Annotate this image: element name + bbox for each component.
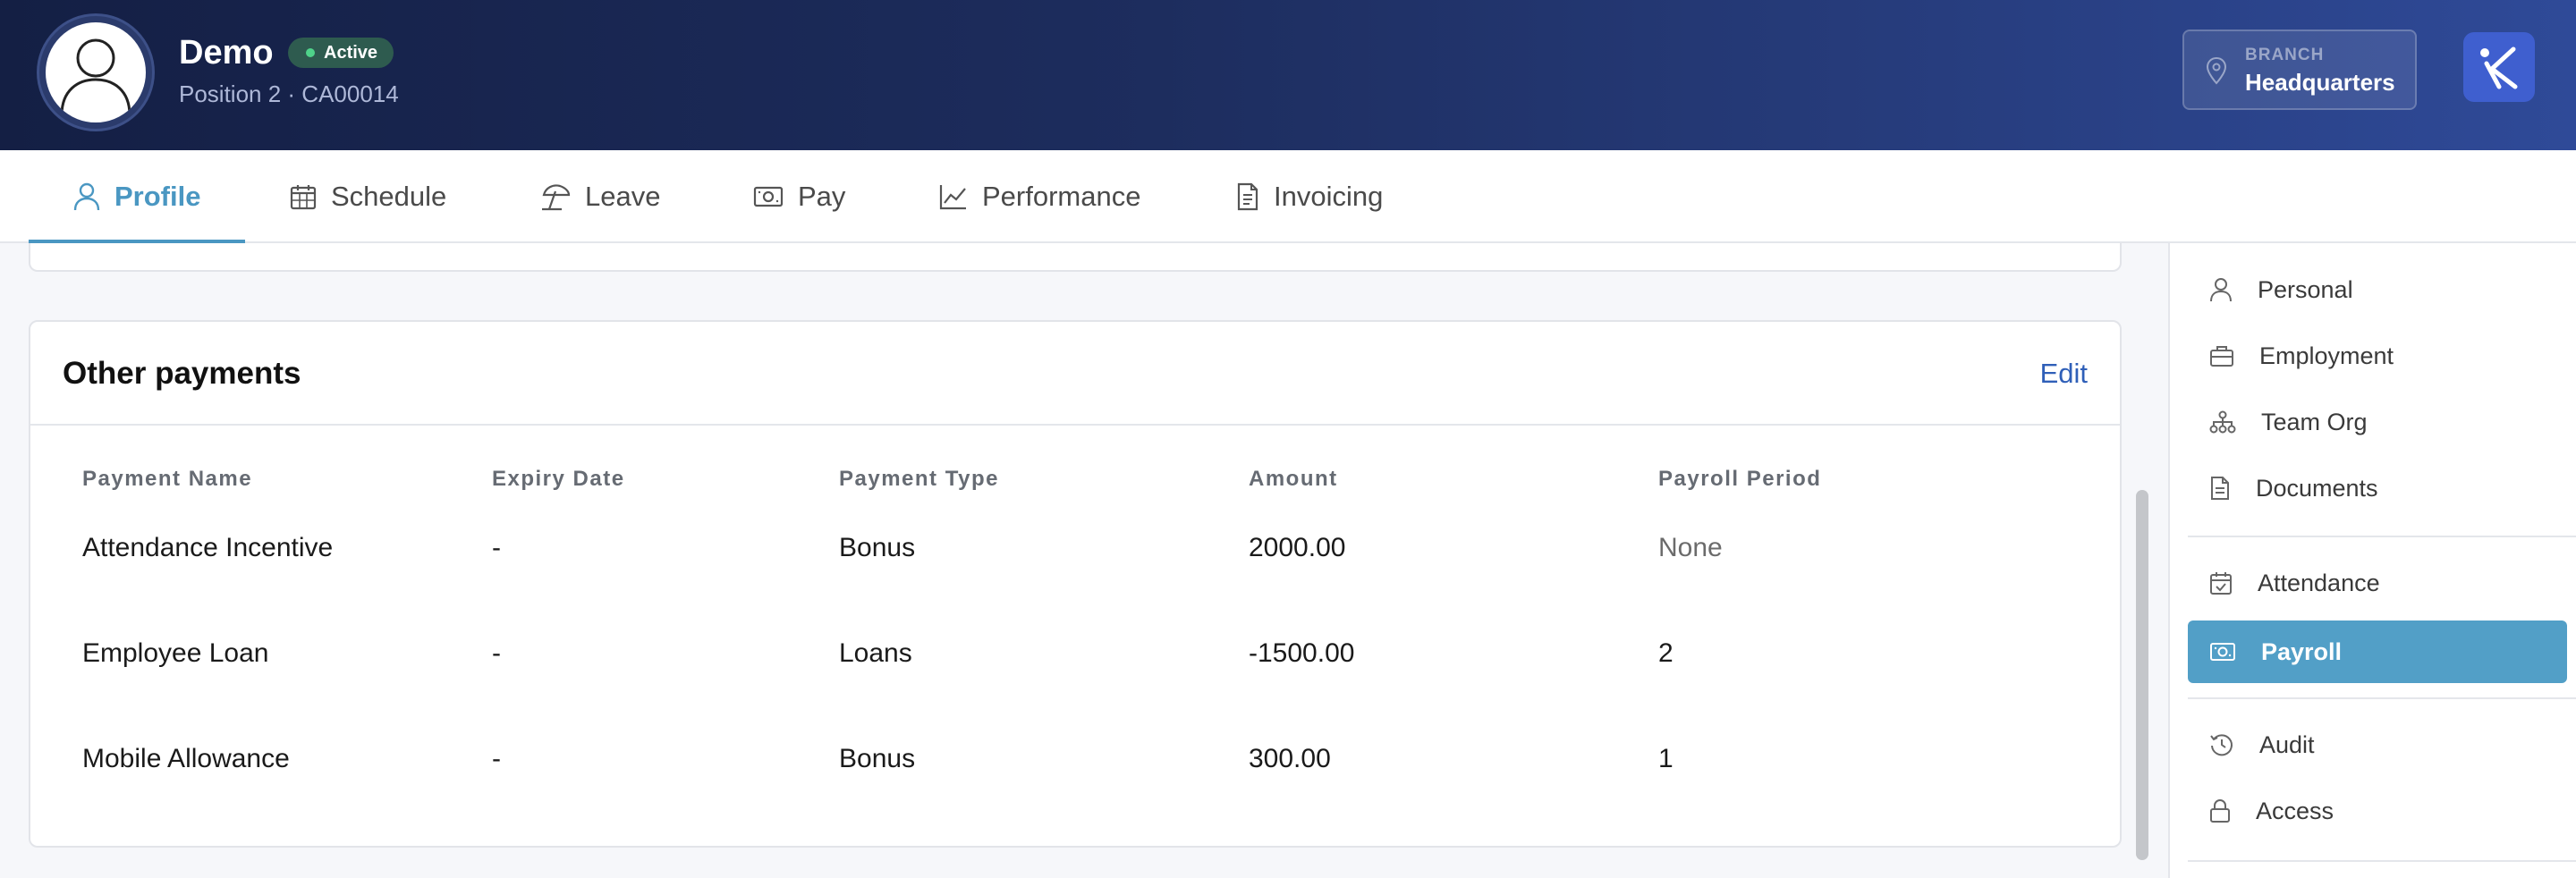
app-logo[interactable] [2463,32,2535,102]
sidebar-item-audit[interactable]: Audit [2188,713,2567,776]
employee-subtitle: Position 2 · CA00014 [179,80,399,107]
status-badge: Active [288,38,394,68]
other-payments-card: Other payments Edit Payment Name Expiry … [29,320,2122,848]
cell-amount: 300.00 [1249,744,1331,773]
sidebar-divider [2188,536,2576,537]
banknote-icon [2210,643,2235,661]
lock-icon [2210,799,2230,823]
status-dot-icon [306,48,315,57]
tab-label: Leave [585,181,661,212]
cell-payment-name: Attendance Incentive [82,533,334,562]
status-label: Active [324,43,378,63]
cell-payment-name: Mobile Allowance [82,744,290,773]
column-header-expiry-date: Expiry Date [492,467,625,491]
org-chart-icon [2209,410,2236,434]
edit-button[interactable]: Edit [2040,358,2088,390]
cell-amount: -1500.00 [1249,638,1355,668]
sidebar-item-label: Access [2256,797,2334,824]
document-icon [2211,477,2229,500]
column-header-amount: Amount [1249,467,1338,491]
person-icon [73,182,100,211]
cell-payment-type: Bonus [839,533,916,562]
line-chart-icon [939,185,966,210]
employee-name: Demo [179,34,274,72]
tab-label: Pay [798,181,846,212]
card-divider [30,424,2120,426]
previous-card [29,243,2122,272]
main-tab-bar: Profile Schedule Leave Pay Performance I… [0,150,2576,243]
cell-payment-type: Bonus [839,744,916,773]
tab-leave[interactable]: Leave [540,150,660,243]
sidebar-divider [2188,860,2576,862]
sidebar-item-label: Team Org [2261,408,2368,435]
app-header: Demo Active Position 2 · CA00014 BRANCH … [0,0,2576,150]
tab-label: Invoicing [1274,181,1384,212]
cell-payroll-period: 2 [1658,638,1674,668]
column-header-payment-type: Payment Type [839,467,999,491]
cell-payment-type: Loans [839,638,912,668]
tab-performance[interactable]: Performance [939,150,1140,243]
tab-label: Schedule [331,181,447,212]
cell-amount: 2000.00 [1249,533,1346,562]
briefcase-icon [2210,346,2233,367]
tab-label: Performance [982,181,1141,212]
cell-payroll-period: None [1658,533,1723,562]
sidebar-divider [2188,697,2576,699]
tab-invoicing[interactable]: Invoicing [1236,150,1383,243]
sidebar-item-employment[interactable]: Employment [2188,325,2567,387]
calendar-check-icon [2210,572,2232,595]
user-silhouette-icon [60,38,131,116]
sidebar-item-payroll[interactable]: Payroll [2188,621,2567,683]
column-header-payroll-period: Payroll Period [1658,467,1822,491]
sidebar-item-label: Audit [2259,730,2315,758]
invoice-icon [1237,182,1258,211]
sidebar-item-documents[interactable]: Documents [2188,457,2567,519]
scrollbar-thumb[interactable] [2136,490,2148,860]
history-icon [2210,734,2233,756]
sidebar-item-label: Employment [2259,342,2394,369]
sidebar-item-team-org[interactable]: Team Org [2188,391,2567,453]
sidebar-item-label: Attendance [2258,569,2380,596]
logo-icon [2480,46,2518,89]
cell-expiry-date: - [492,638,501,668]
tab-profile[interactable]: Profile [73,150,200,243]
sidebar-item-attendance[interactable]: Attendance [2188,552,2567,614]
cell-payroll-period: 1 [1658,744,1674,773]
avatar[interactable] [39,16,152,129]
tab-label: Profile [114,181,201,212]
calendar-icon [290,185,317,210]
sidebar-item-personal[interactable]: Personal [2188,258,2567,321]
card-title: Other payments [63,356,301,391]
banknote-icon [753,186,784,207]
column-header-payment-name: Payment Name [82,467,253,491]
sidebar-item-label: Payroll [2261,637,2343,665]
sidebar-item-label: Documents [2256,474,2378,502]
branch-selector[interactable]: BRANCH Headquarters [2182,30,2417,110]
tab-schedule[interactable]: Schedule [290,150,446,243]
branch-label: BRANCH [2245,46,2325,64]
branch-value: Headquarters [2245,69,2395,96]
person-icon [2210,278,2232,302]
profile-sidebar: Personal Employment Team Org Documents A… [2168,243,2576,878]
cell-payment-name: Employee Loan [82,638,269,668]
cell-expiry-date: - [492,533,501,562]
sidebar-item-label: Personal [2258,275,2353,303]
cell-expiry-date: - [492,744,501,773]
beach-umbrella-icon [542,184,571,211]
map-pin-icon [2206,56,2227,85]
tab-pay[interactable]: Pay [753,150,845,243]
sidebar-item-access[interactable]: Access [2188,780,2567,842]
